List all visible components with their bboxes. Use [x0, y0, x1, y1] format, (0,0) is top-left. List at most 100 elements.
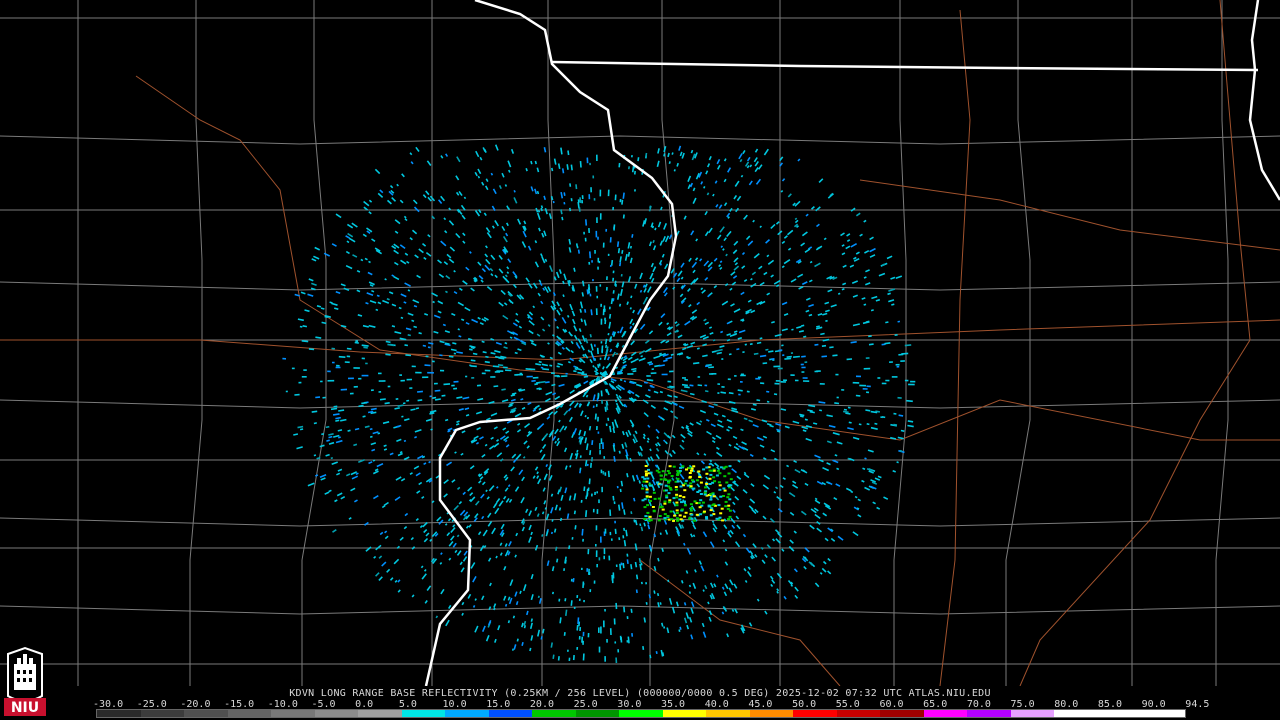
- echo-pixel: [617, 248, 621, 254]
- echo-pixel: [617, 372, 623, 375]
- echo-pixel: [650, 277, 655, 283]
- echo-pixel: [719, 226, 725, 233]
- echo-pixel: [893, 423, 898, 426]
- county-line: [301, 0, 327, 686]
- echo-pixel: [618, 504, 621, 511]
- echo-pixel: [726, 419, 733, 423]
- echo-pixel: [735, 443, 739, 446]
- echo-pixel: [425, 418, 432, 422]
- echo-pixel: [563, 192, 566, 196]
- echo-pixel: [573, 402, 579, 409]
- echo-pixel: [666, 627, 670, 634]
- echo-pixel: [563, 631, 566, 636]
- echo-pixel: [454, 549, 458, 554]
- echo-pixel: [594, 366, 598, 372]
- echo-pixel: [653, 355, 661, 360]
- echo-pixel: [720, 391, 727, 394]
- echo-pixel: [670, 410, 674, 414]
- echo-pixel: [548, 265, 554, 273]
- echo-pixel: [524, 422, 531, 429]
- echo-pixel: [731, 409, 739, 413]
- echo-pixel: [371, 289, 375, 293]
- echo-pixel: [403, 215, 407, 219]
- echo-pixel-strong: [644, 470, 648, 473]
- echo-pixel: [410, 408, 416, 411]
- echo-pixel: [638, 480, 641, 484]
- echo-pixel-strong: [709, 514, 713, 517]
- echo-pixel: [523, 440, 528, 445]
- echo-pixel: [706, 163, 711, 168]
- echo-pixel: [666, 332, 672, 337]
- echo-pixel: [592, 365, 595, 368]
- echo-pixel: [460, 452, 464, 456]
- echo-pixel: [562, 280, 565, 285]
- echo-pixel-strong: [667, 481, 671, 484]
- echo-pixel: [647, 361, 653, 364]
- echo-pixel: [805, 309, 810, 313]
- echo-pixel: [379, 189, 384, 194]
- scale-color-swatch: [271, 710, 315, 717]
- echo-pixel: [632, 322, 635, 326]
- echo-pixel: [627, 356, 633, 361]
- echo-pixel: [870, 479, 877, 483]
- echo-pixel: [586, 416, 589, 420]
- echo-pixel: [620, 480, 624, 487]
- echo-pixel: [354, 341, 359, 344]
- echo-pixel-strong: [672, 497, 676, 500]
- echo-pixel: [731, 524, 736, 529]
- echo-pixel: [478, 275, 484, 280]
- echo-pixel: [632, 309, 636, 314]
- echo-pixel: [670, 353, 674, 356]
- echo-pixel: [655, 453, 660, 460]
- echo-pixel: [623, 403, 628, 408]
- echo-pixel: [484, 185, 489, 191]
- echo-pixel: [541, 256, 546, 264]
- echo-pixel: [827, 570, 832, 575]
- echo-pixel: [711, 350, 717, 353]
- echo-pixel: [493, 426, 498, 430]
- echo-pixel: [697, 384, 703, 387]
- echo-pixel: [485, 258, 491, 265]
- echo-pixel: [680, 276, 684, 280]
- echo-pixel: [743, 568, 747, 572]
- echo-pixel: [491, 527, 496, 535]
- echo-pixel: [396, 438, 402, 442]
- echo-pixel: [750, 309, 756, 314]
- echo-pixel: [550, 493, 554, 497]
- echo-pixel: [869, 236, 874, 241]
- echo-pixel: [589, 334, 592, 338]
- echo-pixel: [563, 273, 567, 281]
- echo-pixel: [846, 233, 851, 237]
- echo-pixel: [754, 148, 759, 153]
- echo-pixel: [886, 255, 893, 260]
- echo-pixel: [385, 353, 391, 356]
- echo-pixel: [577, 617, 580, 625]
- echo-pixel-strong: [723, 489, 727, 492]
- echo-pixel: [494, 442, 500, 447]
- echo-pixel: [818, 178, 824, 183]
- echo-pixel-strong: [728, 465, 732, 468]
- echo-pixel: [756, 598, 760, 602]
- echo-pixel: [368, 260, 371, 264]
- echo-pixel-strong: [659, 474, 663, 477]
- echo-pixel: [741, 252, 746, 256]
- echo-pixel: [716, 423, 724, 428]
- echo-pixel: [414, 428, 422, 433]
- echo-pixel: [704, 390, 709, 393]
- echo-pixel: [548, 411, 554, 417]
- echo-pixel: [566, 314, 570, 318]
- scale-color-swatch: [662, 710, 707, 717]
- echo-pixel: [463, 550, 468, 556]
- echo-pixel: [508, 498, 513, 503]
- echo-pixel: [474, 513, 479, 519]
- echo-pixel: [399, 337, 407, 341]
- echo-pixel: [584, 414, 587, 418]
- echo-pixel: [619, 563, 622, 571]
- echo-pixel: [557, 362, 564, 366]
- echo-pixel: [631, 367, 637, 371]
- echo-pixel: [630, 295, 633, 299]
- echo-pixel-strong: [643, 506, 647, 509]
- echo-pixel-strong: [649, 519, 653, 522]
- radar-display: NIU KDVN LONG RANGE BASE REFLECTIVITY (0…: [0, 0, 1280, 720]
- echo-pixel: [733, 194, 738, 200]
